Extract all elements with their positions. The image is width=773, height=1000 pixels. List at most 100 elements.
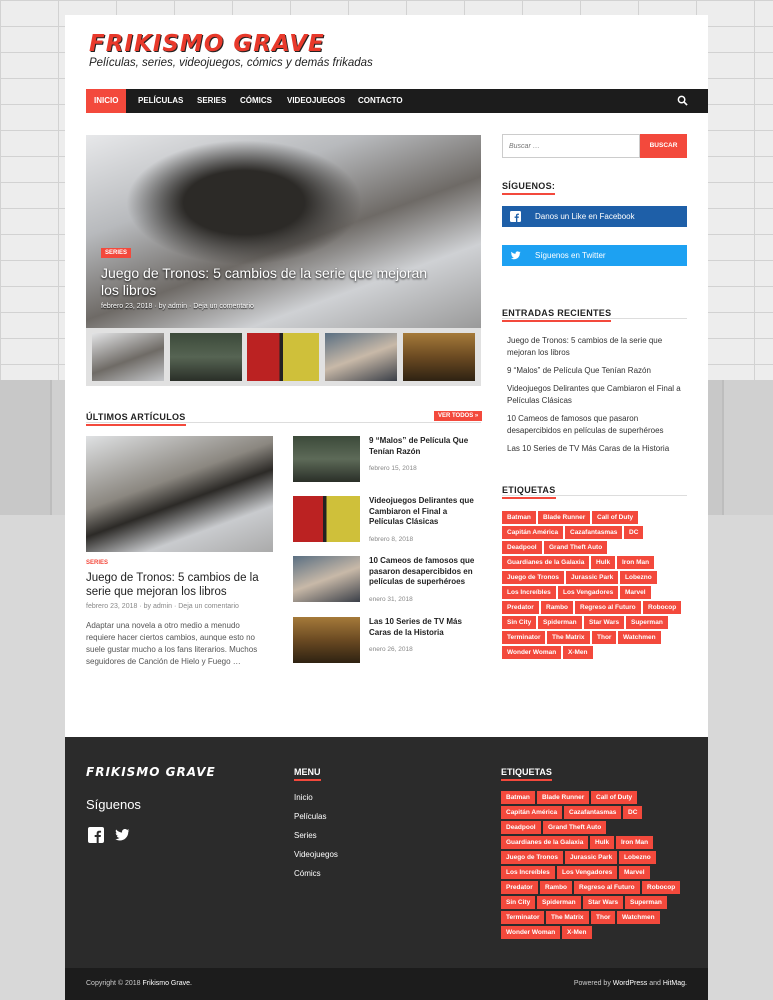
slider-thumb[interactable]: [325, 333, 397, 381]
tag-link[interactable]: Juego de Tronos: [502, 571, 565, 584]
tag-link[interactable]: Predator: [502, 601, 539, 614]
slider-thumb[interactable]: [92, 333, 164, 381]
hero-title[interactable]: Juego de Tronos: 5 cambios de la serie q…: [101, 265, 446, 299]
article-date[interactable]: enero 31, 2018: [369, 596, 413, 603]
tag-link[interactable]: Superman: [626, 616, 668, 629]
tag-link[interactable]: Iron Man: [617, 556, 655, 569]
footer-menu-item[interactable]: Inicio: [294, 793, 338, 802]
recent-post-link[interactable]: 9 “Malos” de Película Que Tenían Razón: [507, 365, 687, 377]
tag-link[interactable]: Spiderman: [537, 896, 581, 909]
tag-link[interactable]: Star Wars: [583, 896, 624, 909]
tag-link[interactable]: Rambo: [541, 601, 574, 614]
article-title[interactable]: Las 10 Series de TV Más Caras de la Hist…: [369, 617, 481, 638]
tag-link[interactable]: Call of Duty: [591, 791, 638, 804]
tag-link[interactable]: Los Vengadores: [558, 586, 619, 599]
tag-link[interactable]: Spiderman: [538, 616, 582, 629]
view-all-button[interactable]: VER TODOS »: [434, 411, 483, 421]
tag-link[interactable]: Los Vengadores: [557, 866, 618, 879]
tag-link[interactable]: Regreso al Futuro: [575, 601, 641, 614]
tag-link[interactable]: Deadpool: [501, 821, 541, 834]
tag-link[interactable]: Jurassic Park: [565, 851, 618, 864]
tag-link[interactable]: Batman: [502, 511, 536, 524]
tag-link[interactable]: Juego de Tronos: [501, 851, 564, 864]
tag-link[interactable]: Call of Duty: [592, 511, 639, 524]
recent-post-link[interactable]: Las 10 Series de TV Más Caras de la Hist…: [507, 443, 687, 455]
nav-item-contacto[interactable]: CONTACTO: [350, 89, 411, 113]
tag-link[interactable]: The Matrix: [547, 631, 590, 644]
hero-date[interactable]: febrero 23, 2018: [101, 303, 152, 310]
tag-link[interactable]: Lobezno: [620, 571, 657, 584]
featured-date[interactable]: febrero 23, 2018: [86, 603, 137, 610]
footer-menu-item[interactable]: Cómics: [294, 869, 338, 878]
tag-link[interactable]: Capitán América: [502, 526, 564, 539]
tag-link[interactable]: Sin City: [501, 896, 536, 909]
hero-author[interactable]: by admin: [159, 303, 187, 310]
copyright-site-link[interactable]: Frikismo Grave.: [143, 980, 192, 987]
wordpress-link[interactable]: WordPress: [613, 980, 648, 987]
slider-thumb[interactable]: [403, 333, 475, 381]
tag-link[interactable]: Marvel: [619, 866, 650, 879]
tag-link[interactable]: Jurassic Park: [566, 571, 619, 584]
hero-category-badge[interactable]: SERIES: [101, 248, 132, 258]
footer-logo[interactable]: FRIKISMO GRAVE: [86, 765, 216, 779]
hero-slide[interactable]: SERIES Juego de Tronos: 5 cambios de la …: [86, 135, 481, 328]
tag-link[interactable]: Blade Runner: [537, 791, 590, 804]
hero-comment-link[interactable]: Deja un comentario: [193, 303, 254, 310]
article-title[interactable]: Videojuegos Delirantes que Cambiaron el …: [369, 496, 481, 528]
article-thumb[interactable]: [293, 617, 360, 663]
tag-link[interactable]: Terminator: [502, 631, 546, 644]
tag-link[interactable]: Star Wars: [584, 616, 625, 629]
twitter-icon[interactable]: [114, 827, 130, 843]
tag-link[interactable]: Thor: [592, 631, 617, 644]
footer-menu-item[interactable]: Series: [294, 831, 338, 840]
tag-link[interactable]: Cazafantasmas: [564, 806, 622, 819]
slider-thumb[interactable]: [170, 333, 242, 381]
article-thumb[interactable]: [293, 496, 360, 542]
slider-thumb[interactable]: [247, 333, 319, 381]
article-date[interactable]: enero 26, 2018: [369, 646, 413, 653]
recent-post-link[interactable]: 10 Cameos de famosos que pasaron desaper…: [507, 413, 687, 437]
tag-link[interactable]: Terminator: [501, 911, 545, 924]
tag-link[interactable]: Blade Runner: [538, 511, 591, 524]
site-logo[interactable]: FRIKISMO GRAVE: [89, 31, 325, 57]
article-title[interactable]: 10 Cameos de famosos que pasaron desaper…: [369, 556, 481, 588]
tag-link[interactable]: Lobezno: [619, 851, 656, 864]
tag-link[interactable]: Regreso al Futuro: [574, 881, 640, 894]
article-title[interactable]: 9 “Malos” de Película Que Tenían Razón: [369, 436, 481, 457]
tag-link[interactable]: X-Men: [562, 926, 592, 939]
theme-link[interactable]: HitMag.: [663, 980, 687, 987]
tag-link[interactable]: The Matrix: [546, 911, 589, 924]
facebook-button[interactable]: Danos un Like en Facebook: [502, 206, 687, 227]
tag-link[interactable]: Watchmen: [617, 911, 660, 924]
tag-link[interactable]: Iron Man: [616, 836, 654, 849]
featured-comment-link[interactable]: Deja un comentario: [178, 603, 239, 610]
tag-link[interactable]: Deadpool: [502, 541, 542, 554]
tag-link[interactable]: DC: [624, 526, 644, 539]
featured-category[interactable]: SERIES: [86, 560, 108, 566]
featured-article-title[interactable]: Juego de Tronos: 5 cambios de la serie q…: [86, 571, 266, 599]
nav-item-inicio[interactable]: INICIO: [86, 89, 127, 113]
article-thumb[interactable]: [293, 436, 360, 482]
tag-link[interactable]: Wonder Woman: [502, 646, 562, 659]
tag-link[interactable]: Guardianes de la Galaxia: [501, 836, 589, 849]
tag-link[interactable]: Grand Theft Auto: [544, 541, 608, 554]
article-thumb[interactable]: [293, 556, 360, 602]
tag-link[interactable]: Robocop: [643, 601, 682, 614]
tag-link[interactable]: Superman: [625, 896, 667, 909]
tag-link[interactable]: Thor: [591, 911, 616, 924]
featured-article-image[interactable]: [86, 436, 273, 552]
nav-item-videojuegos[interactable]: VIDEOJUEGOS: [279, 89, 353, 113]
tag-link[interactable]: X-Men: [563, 646, 593, 659]
twitter-button[interactable]: Síguenos en Twitter: [502, 245, 687, 266]
recent-post-link[interactable]: Videojuegos Delirantes que Cambiaron el …: [507, 383, 687, 407]
tag-link[interactable]: Guardianes de la Galaxia: [502, 556, 590, 569]
tag-link[interactable]: Predator: [501, 881, 538, 894]
article-date[interactable]: febrero 8, 2018: [369, 536, 413, 543]
tag-link[interactable]: Cazafantasmas: [565, 526, 623, 539]
tag-link[interactable]: Hulk: [590, 836, 615, 849]
nav-item-peliculas[interactable]: PELÍCULAS: [130, 89, 191, 113]
article-date[interactable]: febrero 15, 2018: [369, 465, 417, 472]
tag-link[interactable]: Marvel: [620, 586, 651, 599]
sidebar-search-button[interactable]: BUSCAR: [640, 134, 687, 158]
tag-link[interactable]: Sin City: [502, 616, 537, 629]
